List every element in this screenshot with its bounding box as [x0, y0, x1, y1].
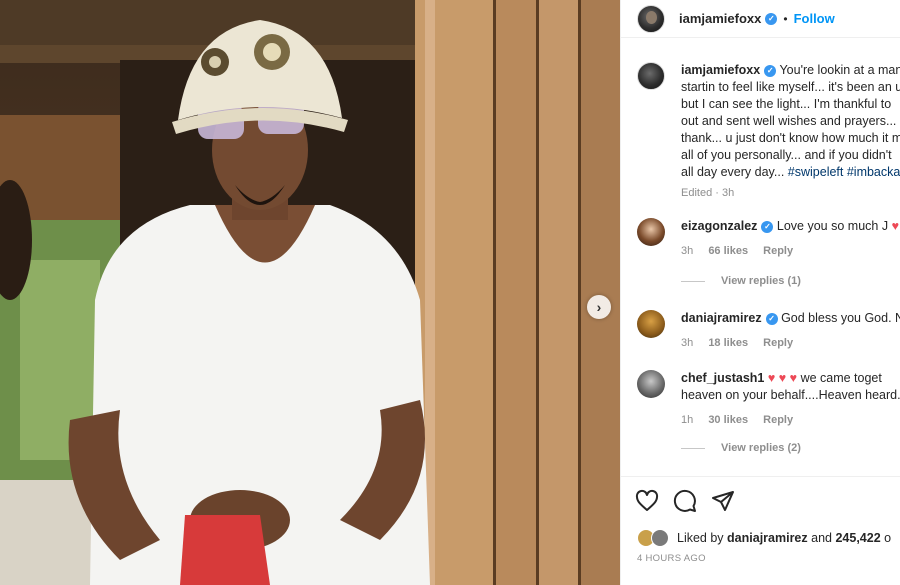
liked-and: and: [811, 531, 832, 545]
red-heart-emoji: ♥: [891, 219, 899, 233]
comment-username[interactable]: eizagonzalez: [681, 219, 757, 233]
separator-dot: •: [783, 11, 788, 26]
caption-line-4: out and sent well wishes and prayers...: [681, 114, 897, 128]
comment-icon[interactable]: [673, 489, 697, 513]
caption-body: iamjamiefoxx ✓ You're lookin at a man sta…: [681, 62, 900, 202]
caption-line-2: startin to feel like myself... it's been…: [681, 80, 900, 94]
replies-divider: [681, 280, 705, 282]
likes-summary: Liked by daniajramirez and 245,422 o: [637, 529, 891, 547]
follow-button[interactable]: Follow: [794, 11, 835, 26]
post-photo[interactable]: ›: [0, 0, 620, 585]
view-replies-button[interactable]: View replies (1): [681, 275, 801, 287]
heart-icon[interactable]: [635, 489, 659, 513]
red-heart-emoji: ♥ ♥ ♥: [767, 371, 798, 385]
replies-divider: [681, 447, 705, 449]
caption-line-7: all day every day...: [681, 165, 785, 179]
comment-text: Love you so much J: [776, 219, 889, 233]
view-replies-label: View replies (1): [721, 275, 801, 287]
comment-likes[interactable]: 18 likes: [708, 337, 748, 349]
comment-username[interactable]: daniajramirez: [681, 311, 762, 325]
comment-likes[interactable]: 30 likes: [708, 414, 748, 426]
liker-avatars: [637, 529, 671, 547]
post-actions: Liked by daniajramirez and 245,422 o 4 H…: [621, 476, 900, 585]
post-side-panel: iamjamiefoxx ✓ • Follow iamjamiefoxx ✓ Yo…: [620, 0, 900, 585]
verified-badge-icon: ✓: [764, 64, 777, 77]
comment-body: chef_justash1 ♥ ♥ ♥ we came toget heaven…: [681, 370, 900, 429]
author-username[interactable]: iamjamiefoxx: [679, 11, 761, 26]
share-icon[interactable]: [711, 489, 735, 513]
verified-badge-icon: ✓: [761, 220, 774, 233]
verified-badge-icon: ✓: [765, 312, 778, 325]
comment-text: we came toget: [800, 371, 882, 385]
caption-avatar[interactable]: [637, 62, 665, 90]
comment-time: 3h: [681, 337, 694, 349]
caption-edited: Edited · 3h: [681, 187, 735, 199]
view-replies-button[interactable]: View replies (2): [681, 442, 801, 454]
commenter-avatar[interactable]: [637, 370, 665, 398]
action-icons: [635, 489, 735, 513]
caption-line-6: all of you personally... and if you didn…: [681, 148, 892, 162]
caption-username[interactable]: iamjamiefoxx: [681, 63, 760, 77]
comment-text: God bless you God. N: [781, 311, 900, 325]
comment-reply-button[interactable]: Reply: [763, 414, 793, 426]
comment-body: eizagonzalez ✓ Love you so much J ♥ 3h 66…: [681, 218, 900, 260]
caption-line-5: thank... u just don't know how much it m: [681, 131, 900, 145]
caption-line-3: but I can see the light... I'm thankful …: [681, 97, 892, 111]
author-avatar[interactable]: [637, 4, 665, 33]
commenter-avatar[interactable]: [637, 218, 665, 246]
post-time: 4 HOURS AGO: [637, 553, 706, 564]
comment-text-line-2: heaven on your behalf....Heaven heard.: [681, 388, 900, 402]
comment-username[interactable]: chef_justash1: [681, 371, 764, 385]
post-photo-illustration: [0, 0, 620, 585]
post-header: iamjamiefoxx ✓ • Follow: [621, 0, 900, 38]
next-photo-button[interactable]: ›: [587, 295, 611, 319]
commenter-avatar[interactable]: [637, 310, 665, 338]
comment-body: daniajramirez ✓ God bless you God. N 3h 1…: [681, 310, 900, 352]
liked-count[interactable]: 245,422: [835, 531, 880, 545]
comment-time: 1h: [681, 414, 694, 426]
comment-reply-button[interactable]: Reply: [763, 337, 793, 349]
chevron-right-icon: ›: [596, 299, 602, 315]
caption-line-1: You're lookin at a man: [779, 63, 900, 77]
liked-suffix: o: [884, 531, 892, 545]
liker-avatar: [651, 529, 669, 547]
comment-reply-button[interactable]: Reply: [763, 245, 793, 257]
comment-likes[interactable]: 66 likes: [708, 245, 748, 257]
liked-prefix: Liked by: [677, 531, 724, 545]
view-replies-label: View replies (2): [721, 442, 801, 454]
caption-hashtags[interactable]: #swipeleft #imbacka: [788, 165, 900, 179]
comment-time: 3h: [681, 245, 694, 257]
verified-badge-icon: ✓: [765, 12, 778, 25]
liked-user[interactable]: daniajramirez: [727, 531, 808, 545]
